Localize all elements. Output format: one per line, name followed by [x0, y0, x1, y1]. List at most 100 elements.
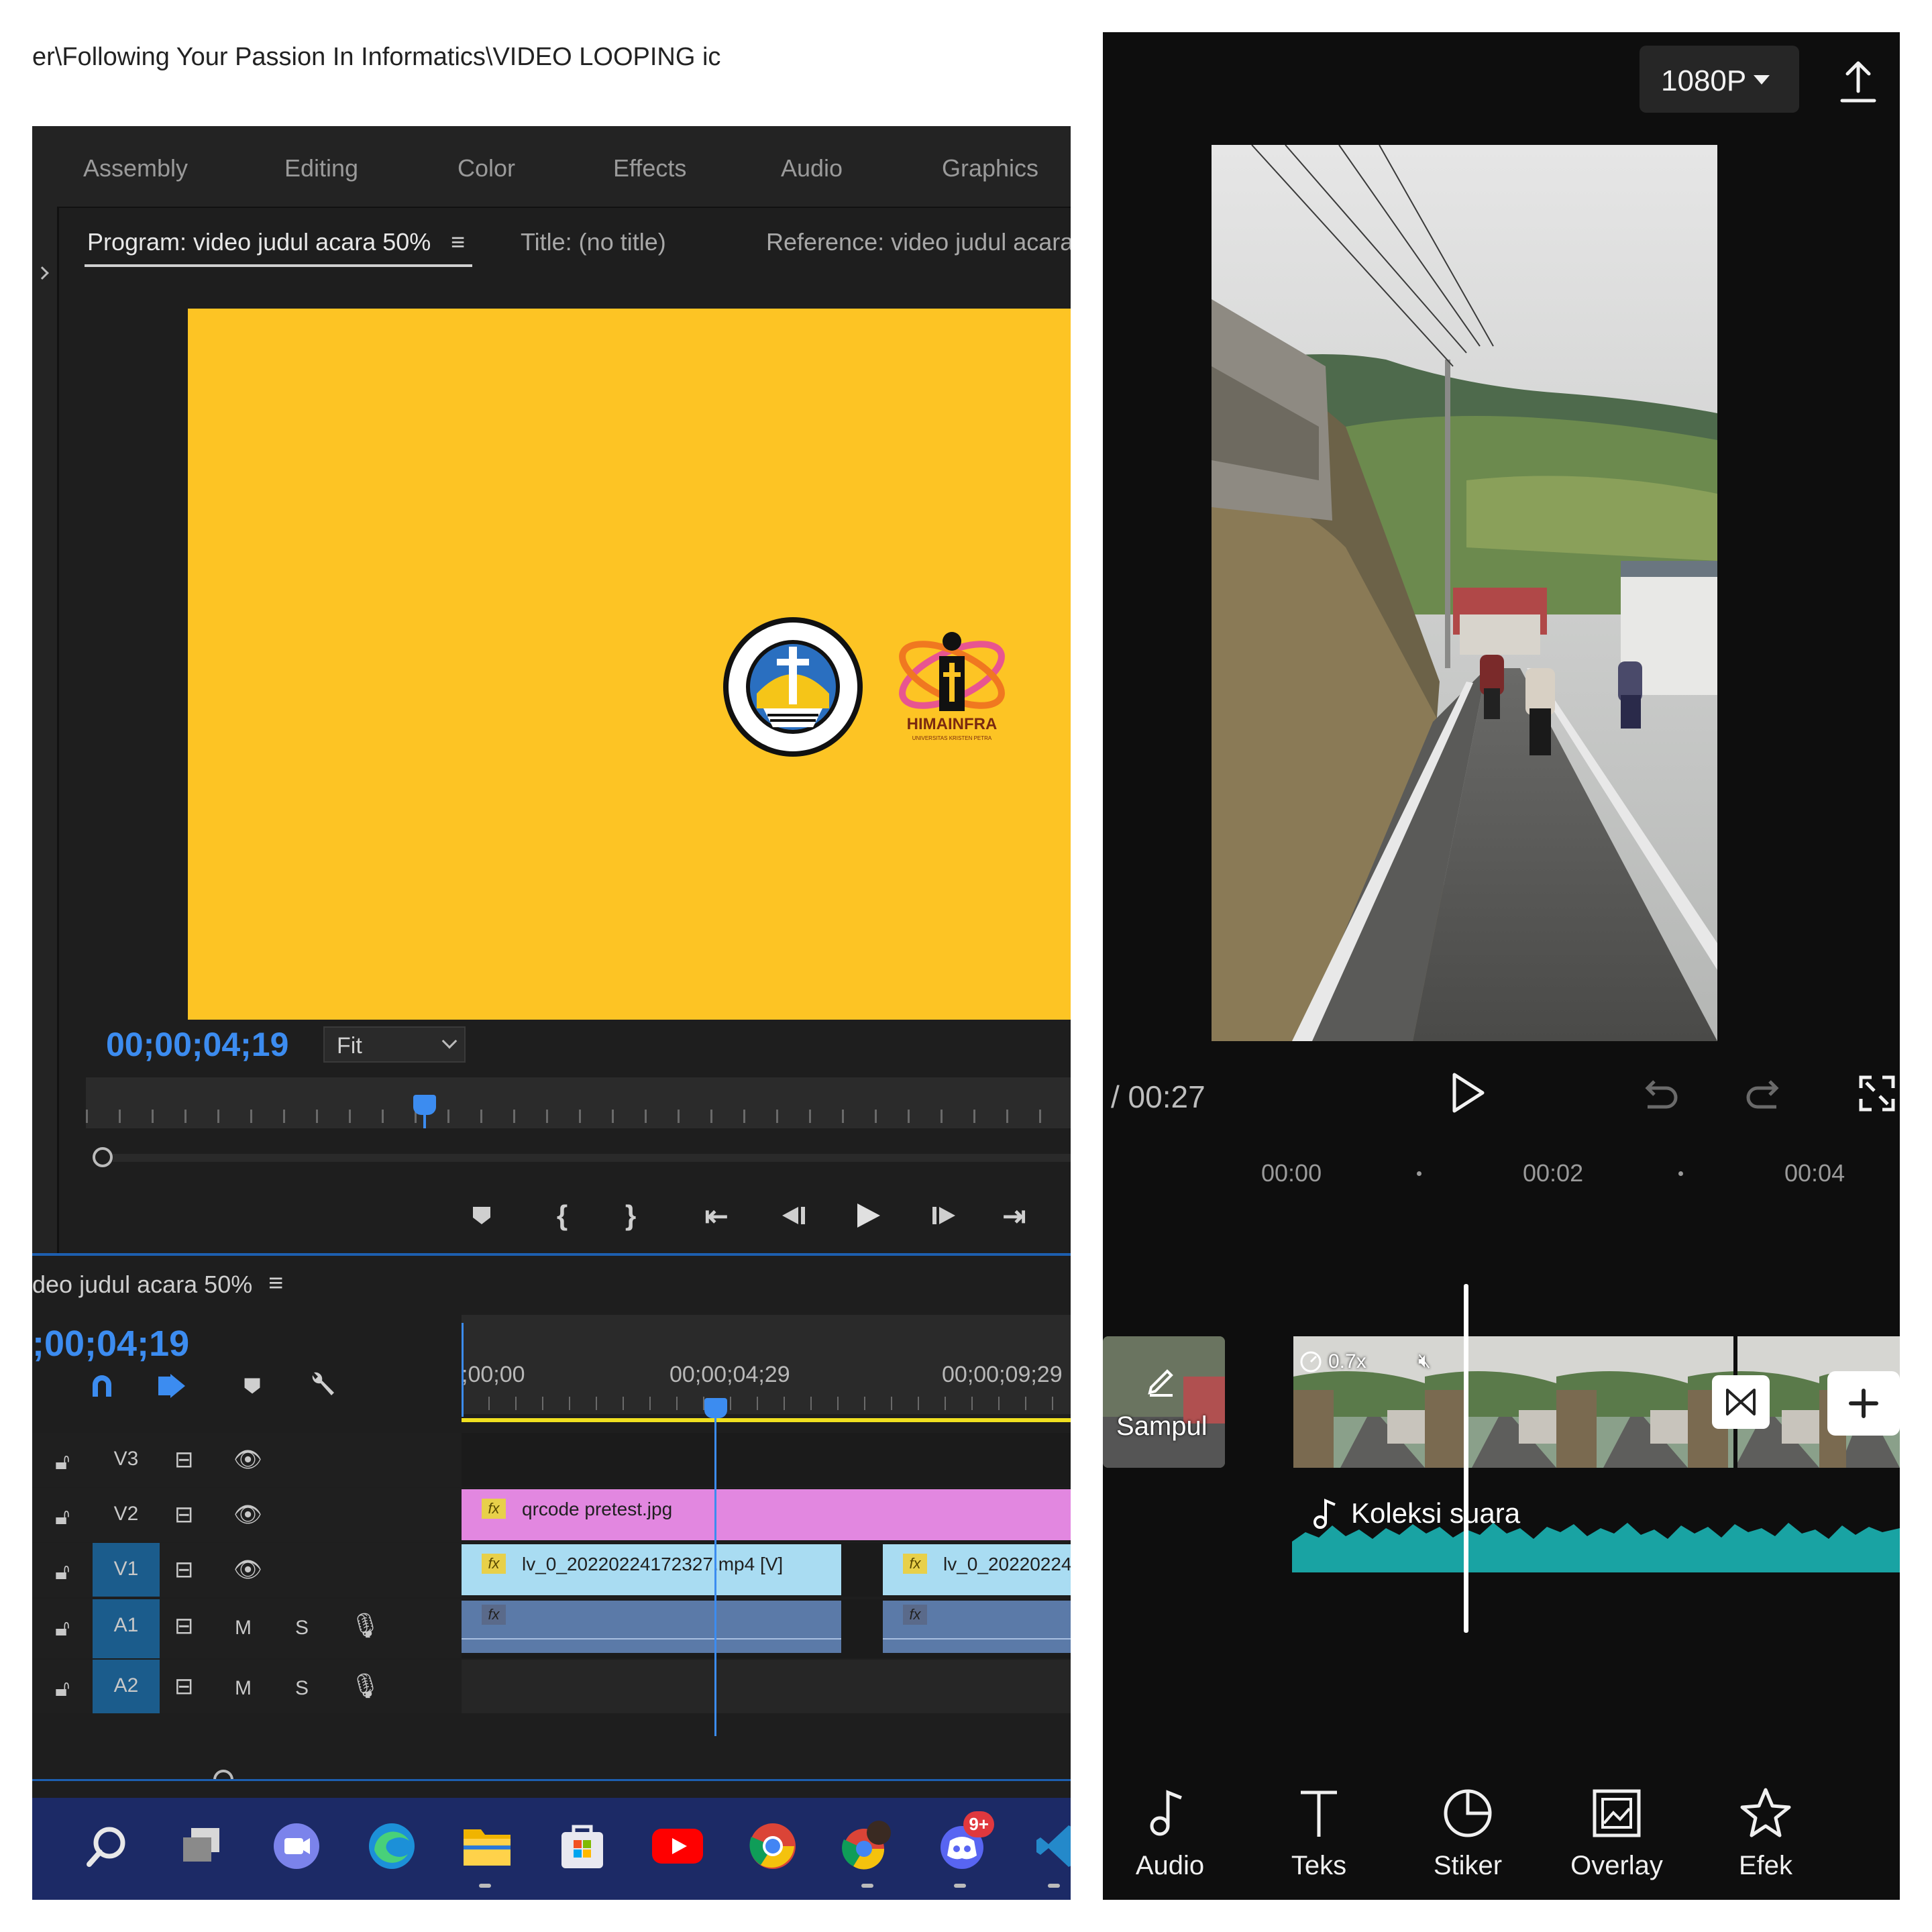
fx-badge[interactable]: fx: [903, 1605, 927, 1625]
tab-assembly[interactable]: Assembly: [83, 154, 188, 182]
sync-lock-icon[interactable]: ⊟: [174, 1613, 194, 1640]
clip-audio-1[interactable]: fx: [462, 1601, 841, 1653]
add-marker-tool[interactable]: [233, 1367, 271, 1405]
track-name[interactable]: V1: [93, 1543, 160, 1597]
snap-button[interactable]: [83, 1367, 121, 1405]
clip-audio-2[interactable]: fx: [883, 1601, 1071, 1653]
mute-track-button[interactable]: M: [235, 1677, 252, 1700]
track-area[interactable]: fx qrcode pretest.jpg: [462, 1488, 1071, 1542]
add-marker-button[interactable]: [462, 1195, 502, 1236]
eye-icon[interactable]: 👁︎: [233, 1556, 262, 1583]
lock-icon[interactable]: 🔓︎: [55, 1615, 70, 1642]
work-area-bar[interactable]: [462, 1418, 1071, 1422]
export-icon[interactable]: [1838, 59, 1878, 106]
play-icon[interactable]: [1444, 1069, 1491, 1116]
youtube-icon[interactable]: [649, 1818, 706, 1874]
teams-chat-icon[interactable]: [268, 1818, 325, 1874]
lock-icon[interactable]: 🔓︎: [55, 1676, 70, 1702]
track-name[interactable]: A1: [93, 1599, 160, 1658]
sync-lock-icon[interactable]: ⊟: [174, 1446, 194, 1473]
track-area[interactable]: [462, 1660, 1071, 1713]
undo-icon[interactable]: [1640, 1073, 1680, 1114]
track-name[interactable]: V3: [93, 1433, 160, 1487]
lock-icon[interactable]: 🔓︎: [55, 1559, 70, 1585]
mark-out-button[interactable]: }: [610, 1195, 651, 1236]
track-area[interactable]: fx lv_0_20220224172327.mp4 [V] fx lv_0_2…: [462, 1543, 1071, 1597]
timeline-menu-icon[interactable]: ≡: [268, 1269, 283, 1298]
video-clip-strip[interactable]: [1293, 1336, 1900, 1468]
toolbar-sticker[interactable]: Stiker: [1401, 1783, 1535, 1881]
vscode-icon[interactable]: [1030, 1818, 1071, 1874]
tab-program-monitor[interactable]: Program: video judul acara 50%: [87, 228, 431, 256]
clip-qrcode[interactable]: fx qrcode pretest.jpg: [462, 1489, 1071, 1540]
fx-badge[interactable]: fx: [482, 1605, 506, 1625]
sync-lock-icon[interactable]: ⊟: [174, 1556, 194, 1583]
file-explorer-icon[interactable]: [459, 1818, 515, 1874]
tab-reference[interactable]: Reference: video judul acara :: [766, 228, 1071, 256]
step-forward-button[interactable]: [924, 1195, 965, 1236]
cover-button[interactable]: Sampul: [1103, 1336, 1225, 1468]
track-name[interactable]: V2: [93, 1488, 160, 1542]
fx-badge[interactable]: fx: [903, 1554, 927, 1574]
sync-lock-icon[interactable]: ⊟: [174, 1673, 194, 1700]
timeline-timecode[interactable]: ;00;04;19: [32, 1323, 189, 1364]
play-button[interactable]: [848, 1195, 888, 1236]
chrome-profile-icon[interactable]: [840, 1818, 896, 1874]
resolution-dropdown[interactable]: 1080P: [1640, 46, 1799, 113]
fx-badge[interactable]: fx: [482, 1554, 506, 1574]
microphone-icon[interactable]: 🎙︎: [350, 1672, 381, 1700]
tab-editing[interactable]: Editing: [284, 154, 358, 182]
fullscreen-icon[interactable]: [1857, 1073, 1897, 1114]
video-preview[interactable]: [1212, 145, 1717, 1041]
program-timecode[interactable]: 00;00;04;19: [106, 1025, 288, 1064]
capcut-playhead[interactable]: [1464, 1284, 1468, 1633]
task-view-icon[interactable]: [173, 1818, 229, 1874]
clip-video-1[interactable]: fx lv_0_20220224172327.mp4 [V]: [462, 1544, 841, 1595]
linked-selection-button[interactable]: [153, 1367, 191, 1405]
panel-collapse-strip[interactable]: [32, 207, 59, 1253]
clip-video-2[interactable]: fx lv_0_20220224: [883, 1544, 1071, 1595]
timeline-settings-button[interactable]: [303, 1367, 341, 1405]
tab-effects[interactable]: Effects: [613, 154, 686, 182]
tab-title[interactable]: Title: (no title): [521, 228, 666, 256]
eye-icon[interactable]: 👁︎: [233, 1446, 262, 1473]
step-back-button[interactable]: [773, 1195, 813, 1236]
sync-lock-icon[interactable]: ⊟: [174, 1501, 194, 1528]
mute-track-button[interactable]: M: [235, 1617, 252, 1640]
lock-icon[interactable]: 🔓︎: [55, 1504, 70, 1530]
lock-icon[interactable]: 🔓︎: [55, 1449, 70, 1475]
panel-menu-icon[interactable]: ≡: [451, 228, 465, 256]
go-to-in-button[interactable]: ⇤: [696, 1195, 737, 1236]
tab-color[interactable]: Color: [458, 154, 515, 182]
program-zoom-scrollbar[interactable]: [113, 1154, 1071, 1162]
toolbar-overlay[interactable]: Overlay: [1550, 1783, 1684, 1881]
solo-track-button[interactable]: S: [295, 1617, 309, 1640]
sequence-title[interactable]: deo judul acara 50%: [32, 1271, 252, 1299]
transition-button[interactable]: [1712, 1375, 1770, 1429]
go-to-out-button[interactable]: ⇥: [994, 1195, 1034, 1236]
tab-graphics[interactable]: Graphics: [942, 154, 1038, 182]
fx-badge[interactable]: fx: [482, 1499, 506, 1519]
zoom-fit-dropdown[interactable]: Fit: [323, 1026, 466, 1063]
track-area[interactable]: [462, 1433, 1071, 1487]
add-clip-button[interactable]: [1827, 1371, 1900, 1436]
toolbar-text[interactable]: Teks: [1252, 1783, 1386, 1881]
discord-icon[interactable]: 9+: [935, 1811, 994, 1874]
program-scrubber[interactable]: [86, 1077, 1071, 1128]
mark-in-button[interactable]: {: [542, 1195, 582, 1236]
timeline-ruler[interactable]: ;00;00 00;00;04;29 00;00;09;29: [462, 1315, 1071, 1414]
microphone-icon[interactable]: 🎙︎: [350, 1611, 381, 1640]
eye-icon[interactable]: 👁︎: [233, 1501, 262, 1528]
chrome-icon[interactable]: [745, 1818, 801, 1874]
muted-speaker-icon[interactable]: 🔇︎: [1418, 1350, 1431, 1373]
microsoft-store-icon[interactable]: [554, 1818, 610, 1874]
redo-icon[interactable]: [1744, 1073, 1784, 1114]
track-name[interactable]: A2: [93, 1660, 160, 1713]
search-icon[interactable]: [78, 1818, 134, 1874]
edge-browser-icon[interactable]: [364, 1818, 420, 1874]
toolbar-audio[interactable]: Audio: [1103, 1783, 1237, 1881]
tab-audio[interactable]: Audio: [781, 154, 843, 182]
track-area[interactable]: fx fx: [462, 1599, 1071, 1658]
toolbar-effects[interactable]: Efek: [1699, 1783, 1833, 1881]
solo-track-button[interactable]: S: [295, 1677, 309, 1700]
